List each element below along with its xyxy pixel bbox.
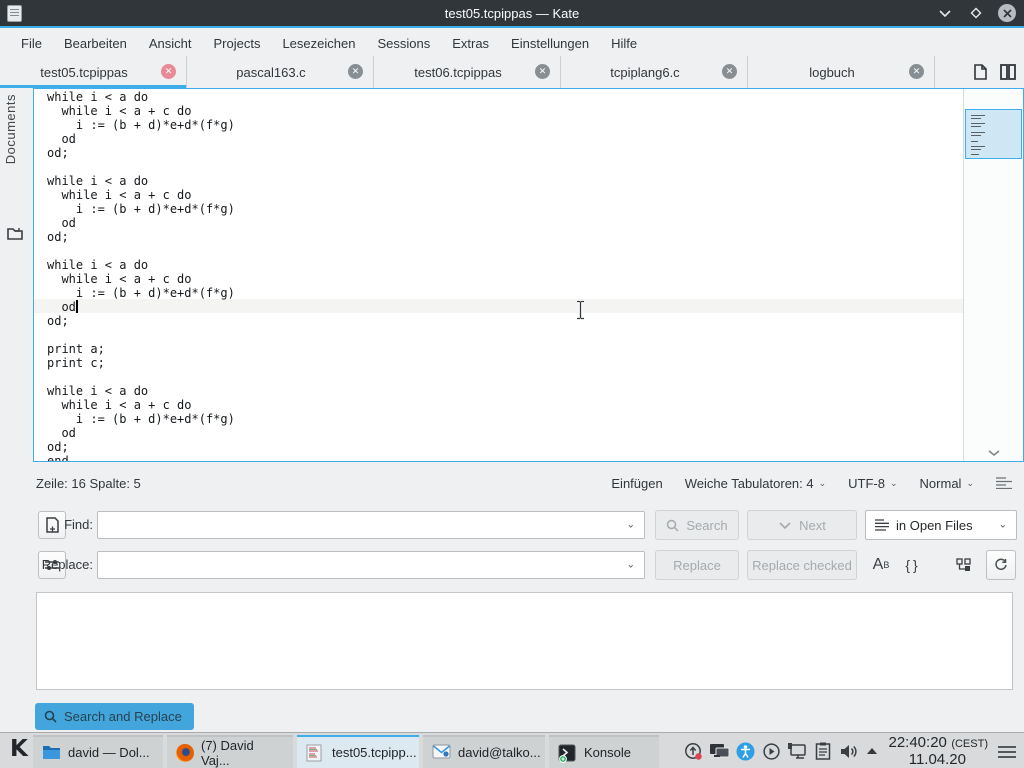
accessibility-tray-icon[interactable] <box>732 742 758 761</box>
scroll-up-icon[interactable] <box>964 93 1023 101</box>
refresh-search-button[interactable] <box>986 550 1016 580</box>
tab-logbuch[interactable]: logbuch ✕ <box>748 56 935 88</box>
media-player-tray-icon[interactable] <box>758 742 784 761</box>
match-case-icon[interactable]: AB <box>868 551 894 579</box>
scroll-down-icon[interactable] <box>964 449 1023 457</box>
menu-extras[interactable]: Extras <box>441 32 500 55</box>
maximize-icon[interactable] <box>967 4 985 22</box>
taskbar-item-dolphin[interactable]: david — Dol... <box>33 735 163 768</box>
menu-sessions[interactable]: Sessions <box>366 32 441 55</box>
tab-close-icon[interactable]: ✕ <box>161 64 176 79</box>
search-button[interactable]: Search <box>655 510 739 540</box>
taskbar-item-mail[interactable]: david@talko... <box>423 735 545 768</box>
menu-einstellungen[interactable]: Einstellungen <box>500 32 600 55</box>
find-label: Find: <box>33 517 93 532</box>
menu-ansicht[interactable]: Ansicht <box>138 32 203 55</box>
documents-folder-icon[interactable] <box>7 226 24 241</box>
insert-mode-button[interactable]: Einfügen <box>611 476 662 491</box>
list-icon <box>875 519 889 531</box>
expand-results-tree-icon[interactable] <box>952 551 976 579</box>
kate-document-icon <box>306 744 325 761</box>
tab-test06-tcpippas[interactable]: test06.tcpippas ✕ <box>374 56 561 88</box>
chevron-down-icon: ⌄ <box>890 478 898 489</box>
window-title: test05.tcpippas — Kate <box>0 6 1024 21</box>
split-view-icon[interactable] <box>1000 64 1016 80</box>
menu-hilfe[interactable]: Hilfe <box>600 32 648 55</box>
taskbar-item-kate[interactable]: test05.tcpipp... <box>297 735 419 768</box>
text-cursor <box>76 300 78 313</box>
updates-tray-icon[interactable] <box>680 742 706 761</box>
network-tray-icon[interactable] <box>784 742 810 760</box>
mail-icon <box>432 744 451 761</box>
clipboard-tray-icon[interactable] <box>810 742 836 760</box>
konsole-icon <box>558 744 577 761</box>
search-and-replace-toolview-button[interactable]: Search and Replace <box>35 703 194 730</box>
chevron-down-icon: ⌄ <box>819 478 827 489</box>
search-results-area[interactable] <box>36 592 1013 690</box>
statusbar: Zeile: 16 Spalte: 5 Einfügen Weiche Tabu… <box>0 462 1024 504</box>
new-document-icon[interactable] <box>973 64 988 80</box>
kate-window: test05.tcpippas — Kate File Bearbeiten A… <box>0 0 1024 768</box>
tab-tcpiplang6-c[interactable]: tcpiplang6.c ✕ <box>561 56 748 88</box>
minimap-scrollbar[interactable] <box>963 89 1023 461</box>
minimap-view-indicator[interactable] <box>965 109 1022 159</box>
tab-test05-tcpippas[interactable]: test05.tcpippas ✕ <box>0 56 187 88</box>
editor-text[interactable]: while i < a do while i < a + c do i := (… <box>34 89 963 461</box>
digital-clock[interactable]: 22:40:20 (CEST) 11.04.20 <box>838 735 988 768</box>
close-icon[interactable] <box>998 4 1016 22</box>
folder-icon <box>42 744 61 761</box>
menu-projects[interactable]: Projects <box>202 32 271 55</box>
minimize-icon[interactable] <box>936 4 954 22</box>
tabbar: test05.tcpippas ✕ pascal163.c ✕ test06.t… <box>0 56 1024 88</box>
cursor-position-label[interactable]: Zeile: 16 Spalte: 5 <box>36 476 589 491</box>
menu-file[interactable]: File <box>10 32 53 55</box>
titlebar: test05.tcpippas — Kate <box>0 0 1024 28</box>
text-area[interactable]: while i < a do while i < a + c do i := (… <box>34 89 963 461</box>
search-scope-select[interactable]: in Open Files ⌄ <box>865 510 1017 540</box>
kate-app-icon <box>7 5 22 22</box>
taskbar: K david — Dol... (7) David Vaj... test05… <box>0 732 1024 768</box>
mouse-ibeam-cursor <box>575 300 586 320</box>
replace-button[interactable]: Replace <box>655 550 739 580</box>
regex-icon[interactable]: {} <box>901 551 925 579</box>
documents-tab-label[interactable]: Documents <box>3 94 18 164</box>
panel-menu-icon[interactable] <box>998 743 1016 761</box>
menu-bearbeiten[interactable]: Bearbeiten <box>53 32 138 55</box>
tab-close-icon[interactable]: ✕ <box>348 64 363 79</box>
menubar: File Bearbeiten Ansicht Projects Lesezei… <box>0 30 1024 56</box>
tab-pascal163-c[interactable]: pascal163.c ✕ <box>187 56 374 88</box>
tab-mode-button[interactable]: Weiche Tabulatoren: 4⌄ <box>685 476 826 491</box>
firefox-icon <box>176 744 194 762</box>
tab-close-icon[interactable]: ✕ <box>909 64 924 79</box>
statusbar-lines-icon[interactable] <box>996 477 1012 489</box>
next-button[interactable]: Next <box>747 510 857 540</box>
kde-launcher-icon[interactable]: K <box>10 736 28 762</box>
documents-sidebar: Documents <box>0 88 33 462</box>
tab-close-icon[interactable]: ✕ <box>722 64 737 79</box>
find-input[interactable]: ⌄ <box>97 511 645 539</box>
replace-input[interactable]: ⌄ <box>97 551 645 579</box>
taskbar-item-firefox[interactable]: (7) David Vaj... <box>167 735 293 768</box>
syntax-mode-button[interactable]: Normal⌄ <box>920 476 974 491</box>
taskbar-item-konsole[interactable]: Konsole <box>549 735 659 768</box>
displays-tray-icon[interactable] <box>706 743 732 760</box>
tab-close-icon[interactable]: ✕ <box>535 64 550 79</box>
replace-label: Replace: <box>33 557 93 572</box>
encoding-button[interactable]: UTF-8⌄ <box>848 476 897 491</box>
menu-lesezeichen[interactable]: Lesezeichen <box>271 32 366 55</box>
editor-view: while i < a do while i < a + c do i := (… <box>33 88 1024 462</box>
chevron-down-icon: ⌄ <box>966 478 974 489</box>
replace-checked-button[interactable]: Replace checked <box>747 550 857 580</box>
